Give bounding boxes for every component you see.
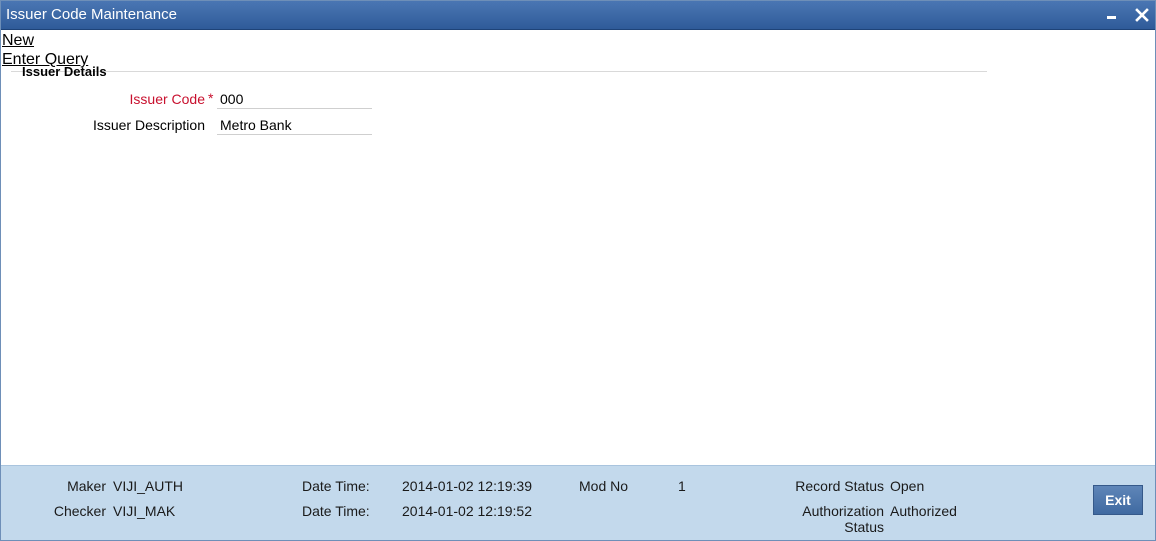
record-status-value: Open [890,478,925,494]
exit-button[interactable]: Exit [1093,485,1143,515]
checker-label: Checker [53,503,106,519]
maker-datetime-value: 2014-01-02 12:19:39 [402,478,532,494]
record-status-label: Record Status [795,478,884,494]
maker-label: Maker [67,478,106,494]
title-bar: Issuer Code Maintenance [1,1,1155,30]
issuer-code-input[interactable] [217,89,372,109]
mod-no-value: 1 [678,478,686,494]
checker-value: VIJI_MAK [113,503,176,519]
maker-value: VIJI_AUTH [113,478,184,494]
minimize-icon[interactable] [1102,5,1122,25]
issuer-code-label: Issuer Code [129,91,205,107]
section-legend: Issuer Details [22,64,107,79]
issuer-code-maintenance-window: Issuer Code Maintenance New Enter Query … [0,0,1156,541]
required-indicator: * [208,90,214,106]
authorization-status-value: Authorized [890,503,957,519]
issuer-description-label: Issuer Description [92,117,205,133]
audit-footer: Maker VIJI_AUTH Checker VIJI_MAK Date Ti… [1,465,1155,540]
checker-datetime-value: 2014-01-02 12:19:52 [402,503,532,519]
issuer-description-input[interactable] [217,115,372,135]
mod-no-label: Mod No [579,478,629,494]
checker-datetime-label: Date Time: [302,503,370,519]
close-icon[interactable] [1132,5,1152,25]
authorization-status-label-line2: Status [844,519,884,535]
window-title: Issuer Code Maintenance [6,6,177,23]
authorization-status-label: Authorization [802,503,884,519]
maker-datetime-label: Date Time: [302,478,370,494]
section-divider [11,71,987,72]
new-link[interactable]: New [2,32,34,50]
